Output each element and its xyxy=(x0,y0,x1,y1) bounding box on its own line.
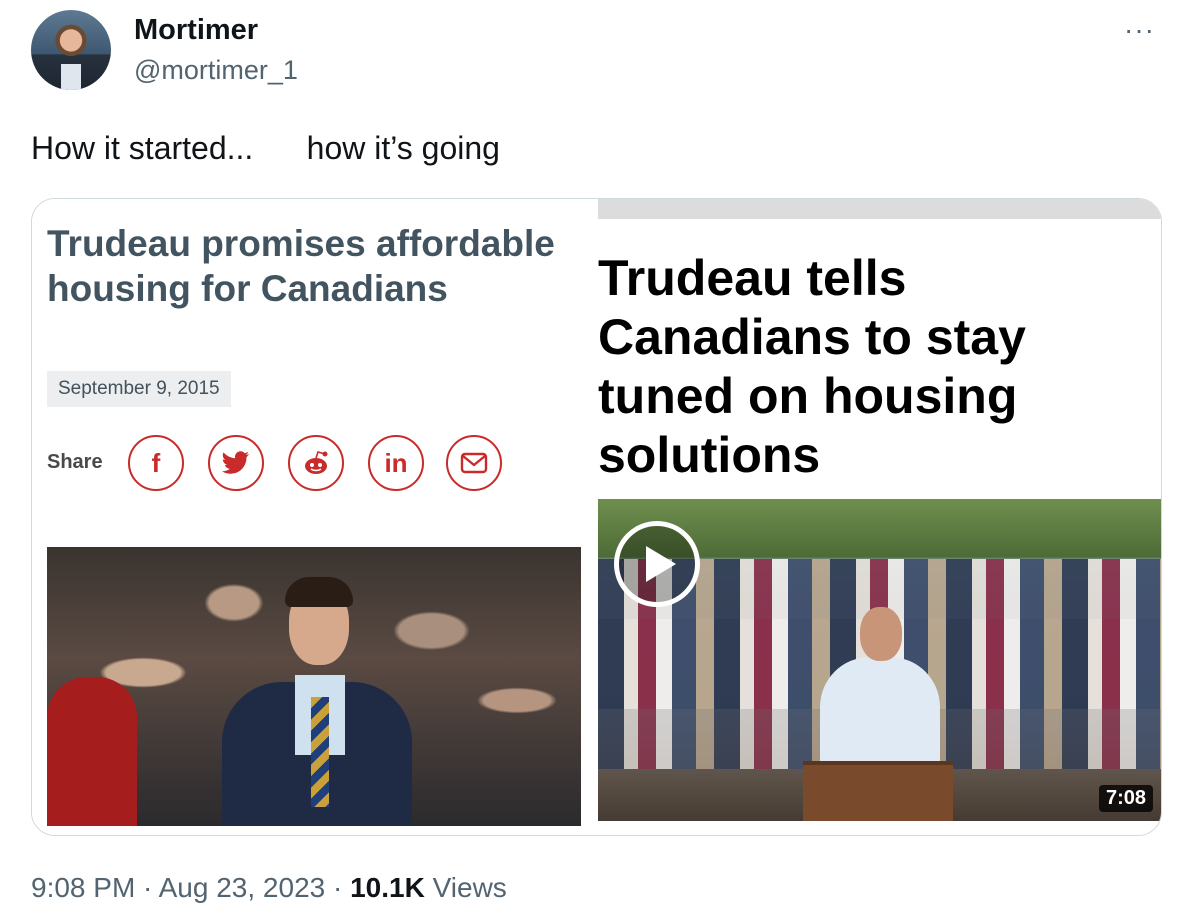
share-label: Share xyxy=(47,451,103,473)
play-icon xyxy=(646,546,676,582)
tweet-text: How it started... how it’s going xyxy=(31,130,500,166)
display-name[interactable]: Mortimer xyxy=(134,14,258,47)
date-badge: September 9, 2015 xyxy=(47,371,231,407)
tweet-time[interactable]: 9:08 PM xyxy=(31,872,135,903)
user-handle[interactable]: @mortimer_1 xyxy=(134,55,298,86)
avatar[interactable] xyxy=(31,10,111,90)
left-headline: Trudeau promises affordable housing for … xyxy=(47,223,555,309)
tweet-metadata: 9:08 PM · Aug 23, 2023 · 10.1K Views xyxy=(31,872,507,903)
media-card[interactable]: Trudeau promises affordable housing for … xyxy=(31,198,1162,836)
linkedin-icon: in xyxy=(368,435,424,491)
twitter-icon xyxy=(208,435,264,491)
more-horizontal-icon[interactable]: ··· xyxy=(1124,16,1164,44)
right-headline: Trudeau tells Canadians to stay tuned on… xyxy=(598,250,1026,483)
facebook-icon: f xyxy=(128,435,184,491)
reddit-icon xyxy=(288,435,344,491)
video-thumbnail[interactable]: 7:08 xyxy=(598,499,1161,821)
left-image[interactable]: Trudeau promises affordable housing for … xyxy=(32,199,592,835)
views-count: 10.1K xyxy=(350,872,425,903)
video-duration: 7:08 xyxy=(1099,785,1154,812)
tweet-date[interactable]: Aug 23, 2023 xyxy=(159,872,326,903)
views-label: Views xyxy=(424,872,507,903)
right-image[interactable]: Trudeau tells Canadians to stay tuned on… xyxy=(598,199,1161,835)
email-icon xyxy=(446,435,502,491)
podium xyxy=(803,761,953,821)
trudeau-2015-photo xyxy=(47,547,581,826)
play-button[interactable] xyxy=(614,521,700,607)
